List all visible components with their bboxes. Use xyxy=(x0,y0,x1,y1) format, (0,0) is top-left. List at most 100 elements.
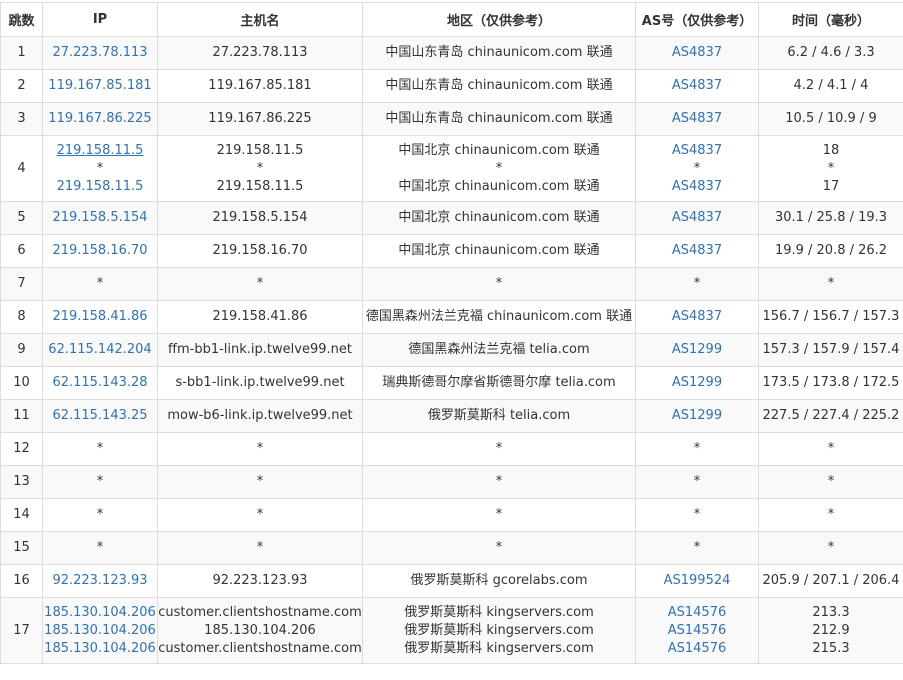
asn-link[interactable]: AS14576 xyxy=(668,605,727,620)
ip-link[interactable]: 27.223.78.113 xyxy=(52,45,147,60)
asn-link[interactable]: AS1299 xyxy=(672,342,722,357)
asn-cell: AS4837 xyxy=(635,102,759,136)
ip-link[interactable]: 185.130.104.206 xyxy=(44,641,156,656)
latency-value: 205.9 / 207.1 / 206.4 xyxy=(762,573,900,588)
asn-link[interactable]: AS4837 xyxy=(672,210,722,225)
ip-value: * xyxy=(96,507,104,522)
ip-cell: 219.158.41.86 xyxy=(42,300,158,334)
ip-value: * xyxy=(96,276,104,291)
hostname-value: 27.223.78.113 xyxy=(212,45,308,60)
asn-link[interactable]: AS14576 xyxy=(668,641,727,656)
asn-link[interactable]: AS4837 xyxy=(672,45,722,60)
asn-link[interactable]: AS199524 xyxy=(664,573,731,588)
table-row: 8 219.158.41.86 219.158.41.86 德国黑森州法兰克福 chi… xyxy=(0,300,903,334)
location-line: * xyxy=(364,160,635,178)
location-cell: * xyxy=(362,432,636,466)
latency-cell: 30.1 / 25.8 / 19.3 xyxy=(758,201,903,235)
latency-line: 212.9 xyxy=(760,622,903,640)
ip-link[interactable]: 119.167.86.225 xyxy=(48,111,151,126)
location-cell: 瑞典斯德哥尔摩省斯德哥尔摩 telia.com xyxy=(362,366,636,400)
hostname-value: 219.158.5.154 xyxy=(212,210,308,225)
location-value: 俄罗斯莫斯科 gcorelabs.com xyxy=(410,573,588,588)
asn-link[interactable]: AS4837 xyxy=(672,143,722,158)
table-row: 16 92.223.123.93 92.223.123.93 俄罗斯莫斯科 gcore… xyxy=(0,564,903,598)
hostname-value: customer.clientshostname.com xyxy=(158,604,362,620)
ip-link[interactable]: 62.115.142.204 xyxy=(48,342,151,357)
ip-link[interactable]: 219.158.16.70 xyxy=(52,243,147,258)
ip-link[interactable]: 185.130.104.206 xyxy=(44,605,156,620)
ip-link[interactable]: 92.223.123.93 xyxy=(52,573,147,588)
hostname-value: * xyxy=(256,540,264,555)
latency-cell: 18 * 17 xyxy=(758,135,903,202)
hop-number: 11 xyxy=(0,399,43,433)
asn-value: * xyxy=(693,507,701,522)
asn-line: AS14576 xyxy=(637,622,758,640)
hostname-value: 219.158.11.5 xyxy=(216,142,304,158)
latency-line: 213.3 xyxy=(760,604,903,622)
ip-link[interactable]: 185.130.104.206 xyxy=(44,623,156,638)
hostname-value: 119.167.86.225 xyxy=(208,111,312,126)
latency-value: * xyxy=(827,160,835,176)
asn-link[interactable]: AS4837 xyxy=(672,111,722,126)
ip-link[interactable]: 219.158.11.5 xyxy=(57,179,144,194)
asn-line: AS4837 xyxy=(637,142,758,160)
location-cell: 中国北京 chinaunicom.com 联通 * 中国北京 chinaunicom… xyxy=(362,135,636,202)
ip-link[interactable]: 219.158.5.154 xyxy=(52,210,147,225)
table-row: 3 119.167.86.225 119.167.86.225 中国山东青岛 chin… xyxy=(0,102,903,136)
hostname-cell: * xyxy=(157,465,363,499)
ip-cell: 119.167.86.225 xyxy=(42,102,158,136)
asn-cell: AS4837 xyxy=(635,234,759,268)
hostname-value: ffm-bb1-link.ip.twelve99.net xyxy=(168,342,352,357)
hop-number: 10 xyxy=(0,366,43,400)
hop-number: 1 xyxy=(0,36,43,70)
ip-cell: 62.115.142.204 xyxy=(42,333,158,367)
ip-link[interactable]: 219.158.41.86 xyxy=(52,309,147,324)
hop-number: 6 xyxy=(0,234,43,268)
table-row: 17 185.130.104.206 185.130.104.206 185.130.… xyxy=(0,597,903,664)
latency-cell: 173.5 / 173.8 / 172.5 xyxy=(758,366,903,400)
asn-link[interactable]: AS1299 xyxy=(672,408,722,423)
ip-cell: 219.158.5.154 xyxy=(42,201,158,235)
asn-cell: AS4837 * AS4837 xyxy=(635,135,759,202)
asn-link[interactable]: AS4837 xyxy=(672,243,722,258)
hop-number: 12 xyxy=(0,432,43,466)
table-row: 10 62.115.143.28 s-bb1-link.ip.twelve99.ne… xyxy=(0,366,903,400)
location-line: 中国北京 chinaunicom.com 联通 xyxy=(364,142,635,160)
hostname-line: 185.130.104.206 xyxy=(159,622,362,640)
ip-link[interactable]: 62.115.143.25 xyxy=(52,408,147,423)
ip-link[interactable]: 119.167.85.181 xyxy=(48,78,151,93)
ip-cell: 27.223.78.113 xyxy=(42,36,158,70)
header-hostname: 主机名 xyxy=(157,2,363,37)
location-value: * xyxy=(495,160,503,176)
table-header-row: 跳数 IP 主机名 地区（仅供参考） AS号（仅供参考） 时间（毫秒） xyxy=(0,2,903,37)
hostname-cell: s-bb1-link.ip.twelve99.net xyxy=(157,366,363,400)
location-value: 中国山东青岛 chinaunicom.com 联通 xyxy=(385,78,613,93)
ip-line: 185.130.104.206 xyxy=(44,604,157,622)
location-line: 俄罗斯莫斯科 kingservers.com xyxy=(364,622,635,640)
location-line: 中国北京 chinaunicom.com 联通 xyxy=(364,178,635,196)
asn-cell: AS14576 AS14576 AS14576 xyxy=(635,597,759,664)
ip-cell: 62.115.143.25 xyxy=(42,399,158,433)
ip-link[interactable]: 219.158.11.5 xyxy=(57,143,144,158)
asn-link[interactable]: AS4837 xyxy=(672,78,722,93)
location-value: 俄罗斯莫斯科 kingservers.com xyxy=(404,604,594,620)
asn-link[interactable]: AS4837 xyxy=(672,179,722,194)
hostname-value: customer.clientshostname.com xyxy=(158,640,362,656)
asn-cell: AS4837 xyxy=(635,201,759,235)
hostname-cell: 219.158.16.70 xyxy=(157,234,363,268)
asn-link[interactable]: AS14576 xyxy=(668,623,727,638)
hostname-cell: 119.167.85.181 xyxy=(157,69,363,103)
asn-link[interactable]: AS1299 xyxy=(672,375,722,390)
location-cell: 中国山东青岛 chinaunicom.com 联通 xyxy=(362,69,636,103)
asn-link[interactable]: AS4837 xyxy=(672,309,722,324)
latency-cell: 10.5 / 10.9 / 9 xyxy=(758,102,903,136)
ip-line: 185.130.104.206 xyxy=(44,640,157,658)
table-row: 13 * * * * * xyxy=(0,465,903,499)
ip-link[interactable]: 62.115.143.28 xyxy=(52,375,147,390)
latency-cell: 157.3 / 157.9 / 157.4 xyxy=(758,333,903,367)
hostname-line: * xyxy=(159,160,362,178)
hostname-cell: 219.158.5.154 xyxy=(157,201,363,235)
asn-cell: AS1299 xyxy=(635,333,759,367)
location-cell: * xyxy=(362,531,636,565)
hop-number: 9 xyxy=(0,333,43,367)
